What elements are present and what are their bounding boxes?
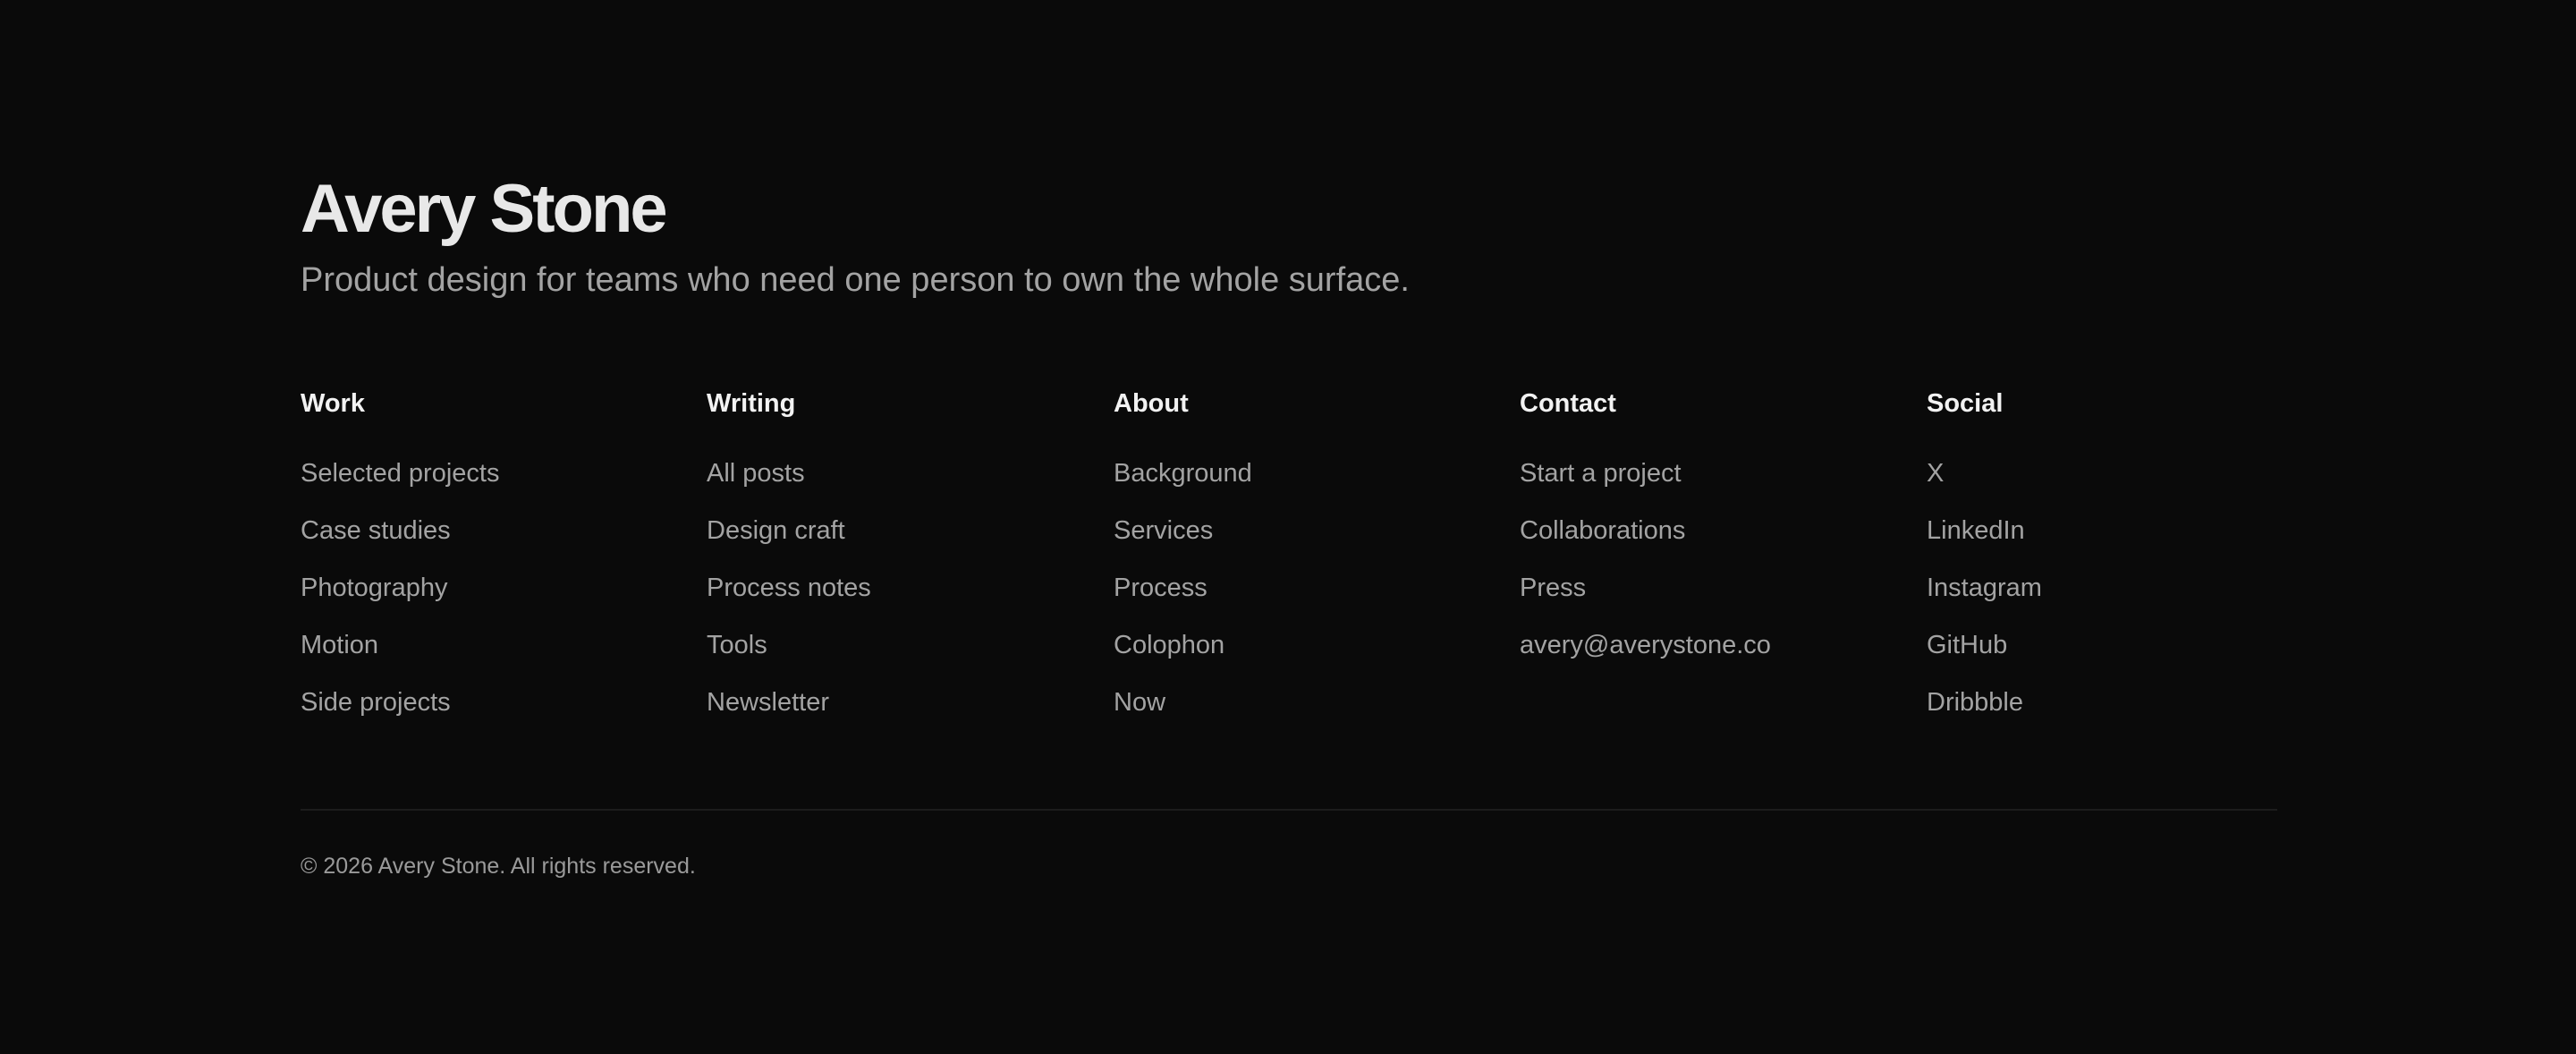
footer-divider	[301, 809, 2277, 811]
list-item: Start a project	[1520, 455, 1913, 512]
link-services[interactable]: Services	[1114, 516, 1213, 545]
footer-column-social: Social X LinkedIn Instagram GitHub Dribb…	[1927, 385, 2320, 741]
link-list-social: X LinkedIn Instagram GitHub Dribbble	[1927, 455, 2320, 741]
link-colophon[interactable]: Colophon	[1114, 631, 1224, 659]
list-item: Side projects	[301, 684, 694, 741]
link-side-projects[interactable]: Side projects	[301, 688, 451, 717]
list-item: Collaborations	[1520, 512, 1913, 569]
link-process-notes[interactable]: Process notes	[707, 574, 871, 602]
brand-name: Avery Stone	[301, 171, 668, 247]
link-email[interactable]: avery@averystone.co	[1520, 631, 1771, 659]
site-footer: Avery Stone Product design for teams who…	[0, 0, 2576, 1054]
link-newsletter[interactable]: Newsletter	[707, 688, 829, 717]
link-motion[interactable]: Motion	[301, 631, 378, 659]
link-collaborations[interactable]: Collaborations	[1520, 516, 1685, 545]
link-press[interactable]: Press	[1520, 574, 1586, 602]
list-item: Process notes	[707, 569, 1100, 626]
list-item: Selected projects	[301, 455, 694, 512]
column-heading-about: About	[1114, 389, 1189, 418]
list-item: Now	[1114, 684, 1507, 741]
list-item: Press	[1520, 569, 1913, 626]
footer-column-about: About Background Services Process Coloph…	[1114, 385, 1507, 741]
column-heading-contact: Contact	[1520, 389, 1616, 418]
footer-column-work: Work Selected projects Case studies Phot…	[301, 385, 694, 741]
list-item: Design craft	[707, 512, 1100, 569]
list-item: All posts	[707, 455, 1100, 512]
list-item: X	[1927, 455, 2320, 512]
list-item: LinkedIn	[1927, 512, 2320, 569]
list-item: Newsletter	[707, 684, 1100, 741]
link-start-a-project[interactable]: Start a project	[1520, 459, 1682, 488]
copyright-text: © 2026 Avery Stone. All rights reserved.	[301, 854, 696, 879]
link-list-about: Background Services Process Colophon Now	[1114, 455, 1507, 741]
column-heading-work: Work	[301, 389, 365, 418]
brand-block: Avery Stone Product design for teams who…	[301, 170, 2277, 302]
link-linkedin[interactable]: LinkedIn	[1927, 516, 2025, 545]
link-list-writing: All posts Design craft Process notes Too…	[707, 455, 1100, 741]
list-item: avery@averystone.co	[1520, 626, 1913, 684]
list-item: GitHub	[1927, 626, 2320, 684]
list-item: Services	[1114, 512, 1507, 569]
link-photography[interactable]: Photography	[301, 574, 447, 602]
link-github[interactable]: GitHub	[1927, 631, 2007, 659]
brand-tagline: Product design for teams who need one pe…	[301, 261, 1410, 299]
link-list-contact: Start a project Collaborations Press ave…	[1520, 455, 1913, 684]
list-item: Photography	[301, 569, 694, 626]
footer-column-writing: Writing All posts Design craft Process n…	[707, 385, 1100, 741]
list-item: Dribbble	[1927, 684, 2320, 741]
list-item: Tools	[707, 626, 1100, 684]
link-x[interactable]: X	[1927, 459, 1944, 488]
link-design-craft[interactable]: Design craft	[707, 516, 845, 545]
list-item: Motion	[301, 626, 694, 684]
link-instagram[interactable]: Instagram	[1927, 574, 2042, 602]
link-list-work: Selected projects Case studies Photograp…	[301, 455, 694, 741]
link-all-posts[interactable]: All posts	[707, 459, 805, 488]
footer-nav: Work Selected projects Case studies Phot…	[301, 385, 2277, 725]
link-selected-projects[interactable]: Selected projects	[301, 459, 499, 488]
link-dribbble[interactable]: Dribbble	[1927, 688, 2023, 717]
link-background[interactable]: Background	[1114, 459, 1252, 488]
link-case-studies[interactable]: Case studies	[301, 516, 451, 545]
column-heading-writing: Writing	[707, 389, 796, 418]
link-tools[interactable]: Tools	[707, 631, 767, 659]
link-now[interactable]: Now	[1114, 688, 1165, 717]
list-item: Background	[1114, 455, 1507, 512]
link-process[interactable]: Process	[1114, 574, 1208, 602]
column-heading-social: Social	[1927, 389, 2004, 418]
list-item: Process	[1114, 569, 1507, 626]
list-item: Case studies	[301, 512, 694, 569]
list-item: Instagram	[1927, 569, 2320, 626]
list-item: Colophon	[1114, 626, 1507, 684]
footer-column-contact: Contact Start a project Collaborations P…	[1520, 385, 1913, 684]
